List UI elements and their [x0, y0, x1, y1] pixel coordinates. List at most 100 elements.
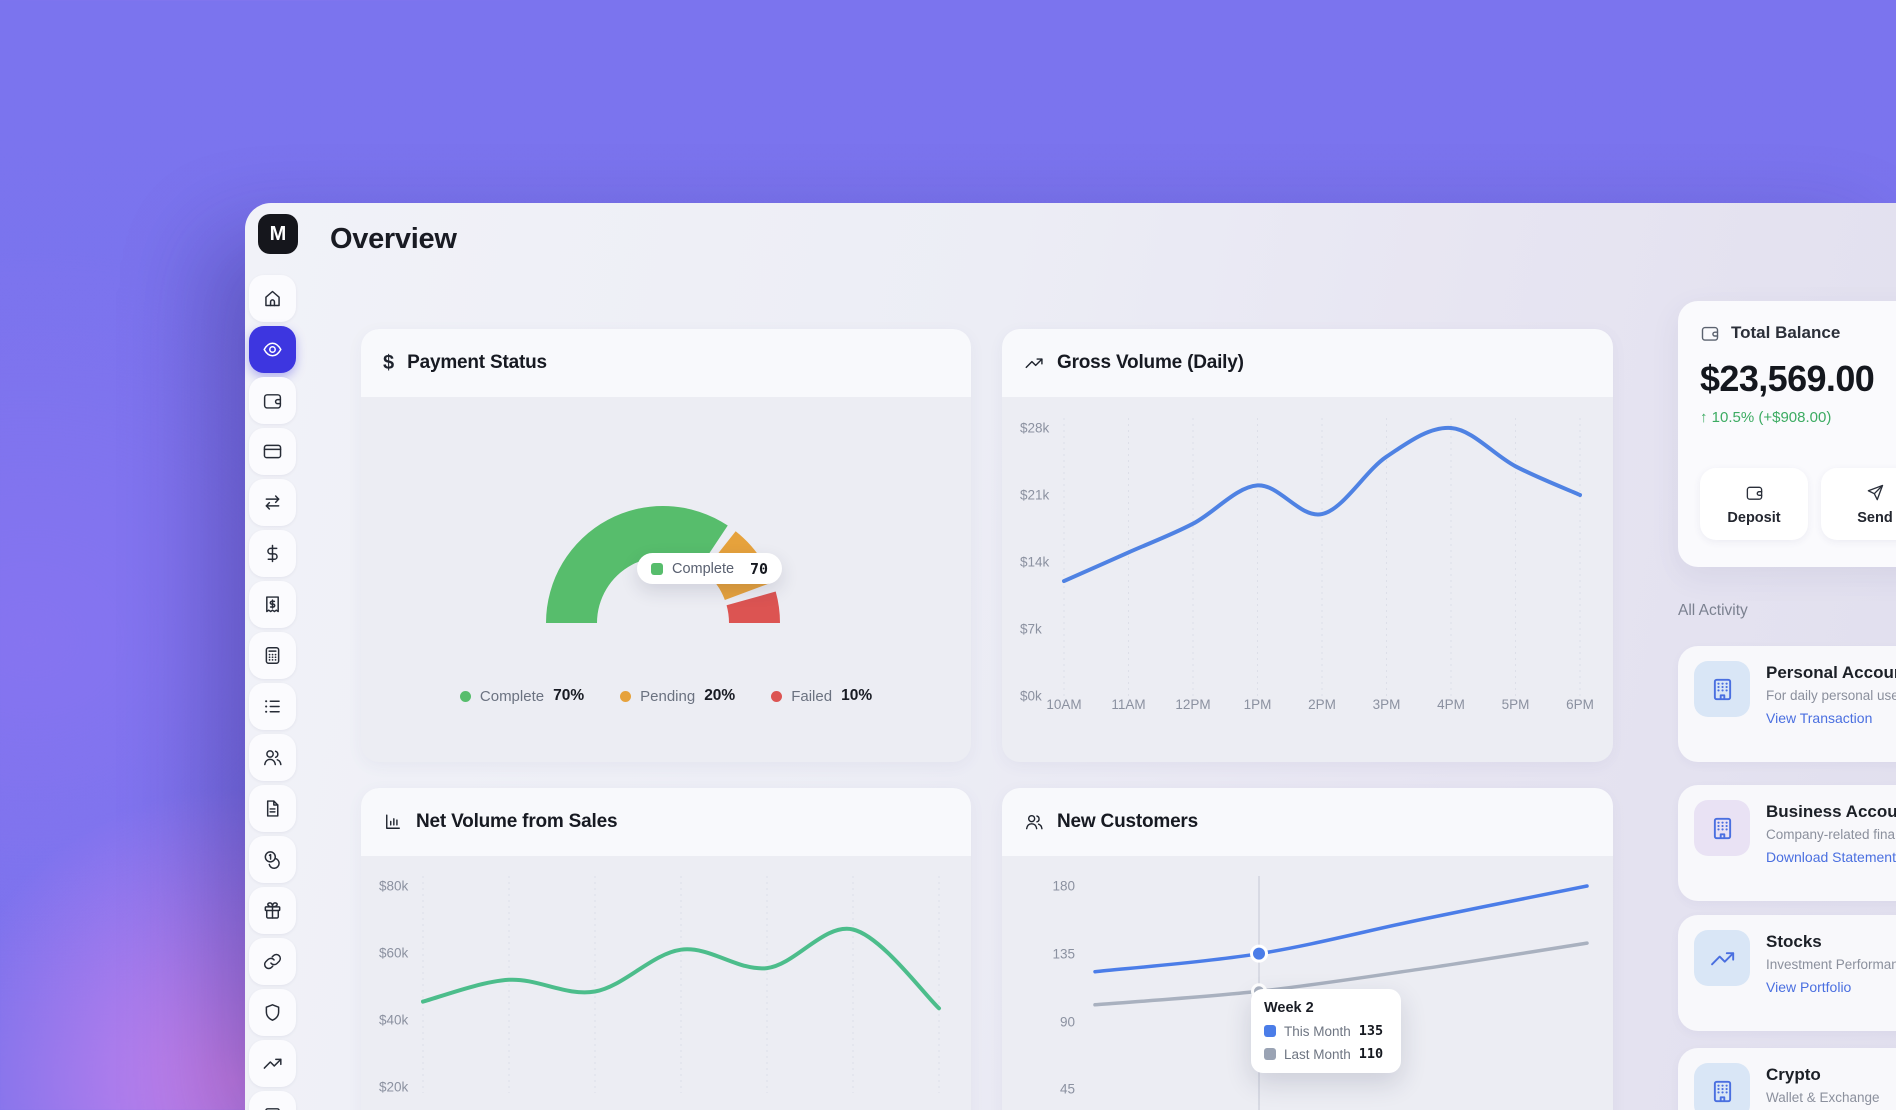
sidebar-item-gift[interactable] — [249, 887, 296, 934]
trend-up-icon — [1694, 930, 1750, 986]
activity-link[interactable]: Download Statement — [1766, 849, 1896, 865]
new-customers-card: New Customers Week 2 This Month135Last M… — [1002, 788, 1613, 1110]
building-icon — [1694, 1063, 1750, 1110]
tooltip-rows: This Month 135 Last Month110 — [1264, 1023, 1388, 1062]
sidebar-item-coins[interactable] — [249, 836, 296, 883]
activity-text: Personal AccountFor daily personal useVi… — [1766, 661, 1896, 747]
trend-up-icon — [262, 1053, 283, 1074]
sidebar-item-list[interactable] — [249, 683, 296, 730]
page-title: Overview — [330, 223, 457, 256]
legend-item-pending: Pending20% — [620, 687, 735, 705]
x-axis-tick: 10AM — [1046, 697, 1081, 712]
activity-title: Business Account — [1766, 802, 1896, 822]
users-icon — [1024, 812, 1044, 832]
y-axis-tick: $60k — [379, 946, 408, 961]
sidebar-item-wallet[interactable] — [249, 377, 296, 424]
series-value: 135 — [1359, 1023, 1383, 1039]
activity-text: StocksInvestment PerformanceView Portfol… — [1766, 930, 1896, 1016]
dollar-icon: $ — [383, 353, 394, 373]
activity-item-crypto[interactable]: Crypto Wallet & Exchange — [1678, 1048, 1896, 1110]
desktop: { "window": { "logo": "M", "page_title":… — [0, 0, 1896, 1110]
legend-value: 20% — [704, 687, 735, 705]
payment-status-header: $ Payment Status — [361, 329, 971, 397]
sidebar-item-eye[interactable] — [249, 326, 296, 373]
deposit-button[interactable]: Deposit — [1700, 468, 1808, 540]
sidebar-item-dollar[interactable] — [249, 530, 296, 577]
legend-label: Complete — [480, 688, 544, 705]
activity-title: Crypto — [1766, 1065, 1880, 1085]
y-axis-tick: $20k — [379, 1080, 408, 1095]
activity-link[interactable]: View Portfolio — [1766, 979, 1896, 995]
series-label: This Month — [1284, 1024, 1351, 1039]
coins-icon — [262, 849, 283, 870]
sidebar-item-home[interactable] — [249, 275, 296, 322]
dashboard-window: M Overview $ Payment Status Complete 70 … — [245, 203, 1896, 1110]
activity-text: Crypto Wallet & Exchange — [1766, 1063, 1880, 1110]
activity-link[interactable]: View Transaction — [1766, 710, 1896, 726]
net_volume-svg — [361, 856, 971, 1110]
series-swatch — [1264, 1025, 1276, 1037]
building-icon — [1694, 800, 1750, 856]
send-button[interactable]: Send — [1821, 468, 1896, 540]
legend-item-complete: Complete70% — [460, 687, 584, 705]
sidebar-item-credit-card[interactable] — [249, 428, 296, 475]
activity-title: Personal Account — [1766, 663, 1896, 683]
sidebar-item-shield[interactable] — [249, 989, 296, 1036]
eye-icon — [262, 339, 283, 360]
trend-up-icon — [1024, 353, 1044, 373]
new-customers-header: New Customers — [1002, 788, 1613, 856]
gross-volume-header: Gross Volume (Daily) — [1002, 329, 1613, 397]
card-title: Gross Volume (Daily) — [1057, 352, 1244, 374]
dollar-icon — [262, 543, 283, 564]
x-axis-tick: 1PM — [1244, 697, 1272, 712]
gross-volume-chart[interactable]: $28k$21k$14k$7k$0k10AM11AM12PM1PM2PM3PM4… — [1002, 397, 1613, 762]
sidebar-item-link[interactable] — [249, 938, 296, 985]
home-icon — [262, 288, 283, 309]
series-value: 110 — [1359, 1046, 1383, 1062]
gauge-tooltip: Complete 70 — [637, 553, 782, 584]
total-balance-label: Total Balance — [1731, 323, 1840, 343]
payment-status-gauge[interactable]: Complete 70 Complete70%Pending20%Failed1… — [361, 397, 971, 762]
x-axis-tick: 2PM — [1308, 697, 1336, 712]
sidebar-item-document[interactable] — [249, 785, 296, 832]
activity-item-stocks[interactable]: StocksInvestment PerformanceView Portfol… — [1678, 915, 1896, 1031]
total-balance-card: Total Balance $23,569.00 ↑ 10.5% (+$908.… — [1678, 301, 1896, 567]
button-label: Send — [1857, 510, 1892, 526]
x-axis-tick: 11AM — [1111, 697, 1145, 712]
building-icon — [1694, 661, 1750, 717]
legend-dot — [460, 691, 471, 702]
sidebar-item-transfer[interactable] — [249, 479, 296, 526]
y-axis-tick: 45 — [1032, 1082, 1075, 1097]
sidebar-item-trend-up[interactable] — [249, 1040, 296, 1087]
activity-subtitle: Company-related finances — [1766, 827, 1896, 842]
activity-subtitle: Wallet & Exchange — [1766, 1090, 1880, 1105]
sidebar-item-receipt[interactable] — [249, 581, 296, 628]
activity-item-business-account[interactable]: Business Account Company-related finances… — [1678, 785, 1896, 901]
app-logo[interactable]: M — [258, 214, 298, 254]
net-volume-chart[interactable]: $80k$60k$40k$20k — [361, 856, 971, 1110]
activity-item-personal-account[interactable]: Personal AccountFor daily personal useVi… — [1678, 646, 1896, 762]
net-volume-header: Net Volume from Sales — [361, 788, 971, 856]
y-axis-tick: $21k — [1020, 488, 1049, 503]
tooltip-row: This Month 135 — [1264, 1023, 1388, 1039]
receipt-icon — [262, 594, 283, 615]
sidebar-item-device[interactable] — [249, 1091, 296, 1110]
tooltip-label: Complete — [672, 561, 734, 577]
send-icon — [1866, 483, 1885, 502]
tooltip-row: Last Month110 — [1264, 1046, 1388, 1062]
transfer-icon — [262, 492, 283, 513]
sidebar-item-users[interactable] — [249, 734, 296, 781]
net-volume-card: Net Volume from Sales $80k$60k$40k$20k — [361, 788, 971, 1110]
new-customers-chart[interactable]: Week 2 This Month135Last Month110 180135… — [1002, 856, 1613, 1110]
users-icon — [262, 747, 283, 768]
gauge-legend: Complete70%Pending20%Failed10% — [361, 687, 971, 705]
y-axis-tick: 180 — [1032, 879, 1075, 894]
legend-label: Failed — [791, 688, 832, 705]
y-axis-tick: $40k — [379, 1013, 408, 1028]
card-title: Net Volume from Sales — [416, 811, 617, 833]
card-title: Payment Status — [407, 352, 547, 374]
total-balance-header: Total Balance — [1700, 323, 1896, 343]
series-swatch — [1264, 1048, 1276, 1060]
sidebar-item-calculator[interactable] — [249, 632, 296, 679]
shield-icon — [262, 1002, 283, 1023]
